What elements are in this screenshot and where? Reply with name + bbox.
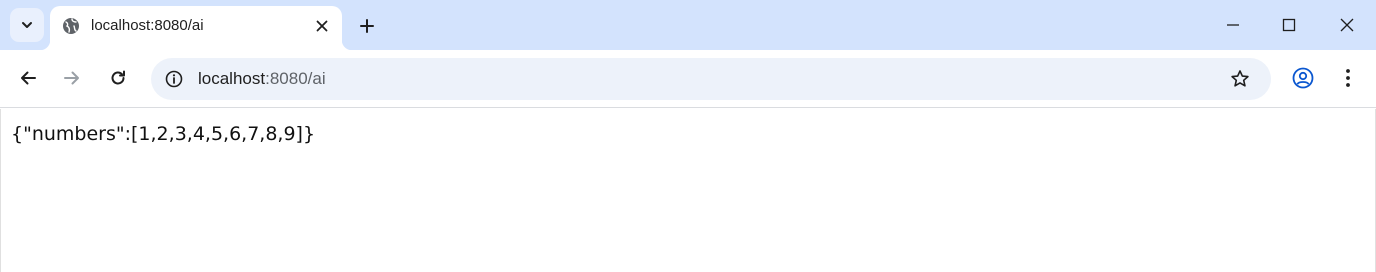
maximize-icon [1282,18,1296,32]
tab-title: localhost:8080/ai [91,17,204,34]
profile-button[interactable] [1287,62,1319,94]
title-bar: localhost:8080/ai [0,0,1376,50]
plus-icon [360,19,374,33]
json-response-text: {"numbers":[1,2,3,4,5,6,7,8,9]} [11,123,316,145]
forward-button[interactable] [55,61,89,95]
close-icon [316,20,328,32]
browser-menu-button[interactable] [1332,62,1364,94]
globe-icon [63,18,79,34]
back-arrow-icon [21,71,36,85]
tab-search-button[interactable] [10,8,44,42]
minimize-icon [1227,24,1239,26]
browser-toolbar: localhost:8080/ai [0,50,1376,108]
url-path: :8080/ai [265,69,326,88]
new-tab-button[interactable] [353,12,381,40]
chevron-down-icon [22,22,32,28]
info-icon [165,70,183,88]
url-text[interactable]: localhost:8080/ai [198,69,326,89]
tab-close-button[interactable] [311,15,333,37]
address-bar[interactable]: localhost:8080/ai [151,58,1271,100]
forward-arrow-icon [64,71,79,85]
window-close-icon [1340,18,1354,32]
star-icon [1231,70,1249,87]
back-button[interactable] [11,61,45,95]
reload-button[interactable] [101,61,135,95]
window-close-button[interactable] [1318,0,1376,50]
page-content: {"numbers":[1,2,3,4,5,6,7,8,9]} [0,109,1376,272]
reload-icon [111,70,125,85]
minimize-button[interactable] [1204,0,1262,50]
profile-icon [1292,67,1314,89]
site-info-button[interactable] [159,64,189,94]
maximize-button[interactable] [1260,0,1318,50]
url-host: localhost [198,69,266,88]
kebab-menu-icon [1346,69,1350,87]
tab-active[interactable]: localhost:8080/ai [40,6,352,50]
bookmark-button[interactable] [1225,64,1255,94]
